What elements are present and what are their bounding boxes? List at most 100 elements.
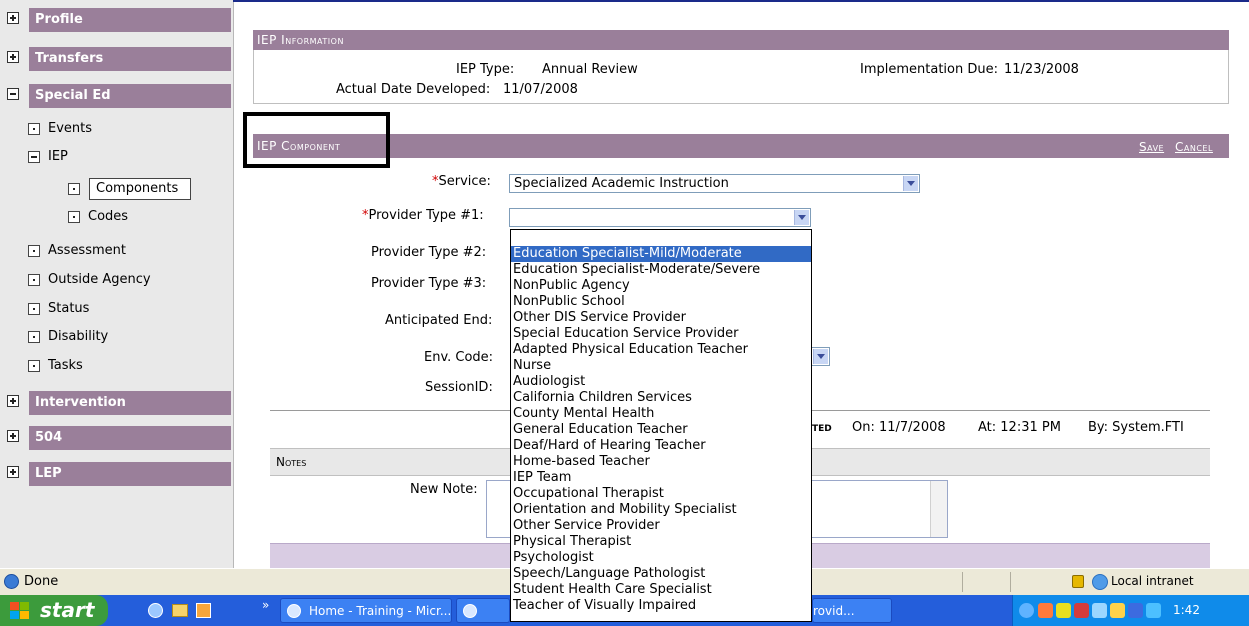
- sidebar-section-special-ed[interactable]: Special Ed: [7, 84, 231, 108]
- taskbar-item-label: rovid...: [813, 604, 855, 618]
- dropdown-arrow-icon[interactable]: [794, 210, 809, 225]
- dropdown-option[interactable]: IEP Team: [511, 470, 811, 486]
- folder-quicklaunch-icon[interactable]: [172, 604, 188, 617]
- dropdown-option[interactable]: NonPublic Agency: [511, 278, 811, 294]
- expand-plus-icon[interactable]: [7, 51, 19, 63]
- dropdown-option[interactable]: Home-based Teacher: [511, 454, 811, 470]
- dropdown-option[interactable]: Other DIS Service Provider: [511, 310, 811, 326]
- sidebar-item-label[interactable]: Events: [48, 118, 92, 140]
- tray-monitor-icon[interactable]: [1146, 603, 1161, 618]
- dropdown-option[interactable]: Deaf/Hard of Hearing Teacher: [511, 438, 811, 454]
- dropdown-arrow-icon[interactable]: [813, 349, 828, 364]
- window-top-border: [233, 0, 1249, 2]
- dropdown-arrow-icon[interactable]: [903, 176, 918, 191]
- expand-plus-icon[interactable]: [7, 466, 19, 478]
- dropdown-option[interactable]: Speech/Language Pathologist: [511, 566, 811, 582]
- dropdown-option[interactable]: Teacher of Visually Impaired: [511, 598, 811, 614]
- iep-type-label: IEP Type:: [456, 62, 515, 77]
- sidebar-section-label[interactable]: Special Ed: [29, 84, 231, 108]
- dropdown-option[interactable]: General Education Teacher: [511, 422, 811, 438]
- sidebar-item-label[interactable]: Outside Agency: [48, 269, 151, 291]
- service-select-value: Specialized Academic Instruction: [514, 176, 729, 191]
- sidebar-item-label[interactable]: IEP: [48, 146, 68, 168]
- quicklaunch-chevron[interactable]: »: [262, 598, 269, 612]
- security-zone-text: Local intranet: [1111, 574, 1194, 588]
- sidebar-item-label[interactable]: Tasks: [48, 355, 83, 377]
- sidebar-section-label[interactable]: Intervention: [29, 391, 231, 415]
- taskbar-item-home-training[interactable]: Home - Training - Micr...: [280, 598, 452, 623]
- sidebar-section-intervention[interactable]: Intervention: [7, 391, 231, 415]
- collapse-minus-icon[interactable]: [7, 88, 19, 100]
- status-text: Done: [24, 574, 59, 589]
- sidebar-section-profile[interactable]: Profile: [7, 8, 231, 32]
- textarea-scrollbar[interactable]: [930, 481, 947, 537]
- sidebar-section-label[interactable]: LEP: [29, 462, 231, 486]
- dropdown-option[interactable]: California Children Services: [511, 390, 811, 406]
- provider1-select[interactable]: [509, 208, 811, 227]
- bullet-icon: [28, 123, 40, 135]
- sidebar-item-label[interactable]: Components: [96, 178, 178, 200]
- dropdown-option[interactable]: Audiologist: [511, 374, 811, 390]
- dropdown-option[interactable]: Special Education Service Provider: [511, 326, 811, 342]
- session-id-label: SessionID:: [425, 380, 493, 395]
- sidebar-section-504[interactable]: 504: [7, 426, 231, 450]
- save-link[interactable]: Save: [1139, 140, 1164, 154]
- tray-network-disconnected-icon[interactable]: [1092, 603, 1107, 618]
- iep-type-value: Annual Review: [542, 62, 638, 77]
- dropdown-option[interactable]: County Mental Health: [511, 406, 811, 422]
- collapse-minus-icon[interactable]: [28, 151, 40, 163]
- sidebar-section-transfers[interactable]: Transfers: [7, 47, 231, 71]
- service-select[interactable]: Specialized Academic Instruction: [509, 174, 920, 193]
- status-divider: [962, 572, 963, 592]
- sidebar-section-label[interactable]: Transfers: [29, 47, 231, 71]
- cancel-link[interactable]: Cancel: [1175, 140, 1213, 154]
- dropdown-option[interactable]: NonPublic School: [511, 294, 811, 310]
- sidebar-item-label[interactable]: Codes: [88, 206, 128, 228]
- clock-quicklaunch-icon[interactable]: [196, 603, 211, 618]
- start-label[interactable]: start: [40, 598, 94, 622]
- dropdown-option[interactable]: Psychologist: [511, 550, 811, 566]
- tray-device-icon[interactable]: [1128, 603, 1143, 618]
- expand-plus-icon[interactable]: [7, 430, 19, 442]
- tray-network-icon[interactable]: [1056, 603, 1071, 618]
- dropdown-option-highlighted[interactable]: Education Specialist-Mild/Moderate: [511, 246, 811, 262]
- dropdown-option[interactable]: Education Specialist-Moderate/Severe: [511, 262, 811, 278]
- created-by-value: By: System.FTI: [1088, 420, 1184, 435]
- windows-flag-icon: [10, 602, 29, 619]
- bullet-icon: [28, 245, 40, 257]
- system-tray: 1:42: [1012, 595, 1249, 626]
- iep-information-panel: IEP Type: Annual Review Implementation D…: [253, 50, 1229, 104]
- expand-plus-icon[interactable]: [7, 12, 19, 24]
- sidebar-section-label[interactable]: 504: [29, 426, 231, 450]
- dropdown-option[interactable]: Orientation and Mobility Specialist: [511, 502, 811, 518]
- bullet-icon: [68, 183, 80, 195]
- start-button[interactable]: start: [0, 595, 108, 626]
- sidebar-item-label[interactable]: Assessment: [48, 240, 126, 262]
- bullet-icon: [28, 274, 40, 286]
- provider1-label-text: Provider Type #1:: [368, 208, 484, 223]
- tray-shield-icon[interactable]: [1074, 603, 1089, 618]
- provider-type-dropdown-list[interactable]: Education Specialist-Mild/Moderate Educa…: [510, 229, 812, 622]
- tray-app-icon[interactable]: [1038, 603, 1053, 618]
- ie-quicklaunch-icon[interactable]: [148, 603, 163, 618]
- env-code-label: Env. Code:: [424, 350, 494, 365]
- anticipated-end-label: Anticipated End:: [385, 313, 493, 328]
- tray-messenger-icon[interactable]: [1110, 603, 1125, 618]
- dropdown-option[interactable]: Other Service Provider: [511, 518, 811, 534]
- dropdown-option[interactable]: [511, 230, 811, 246]
- sidebar-item-label[interactable]: Disability: [48, 326, 108, 348]
- dropdown-option[interactable]: Adapted Physical Education Teacher: [511, 342, 811, 358]
- sidebar-item-label[interactable]: Status: [48, 298, 89, 320]
- sidebar-section-lep[interactable]: LEP: [7, 462, 231, 486]
- sidebar-section-label[interactable]: Profile: [29, 8, 231, 32]
- dropdown-option[interactable]: Student Health Care Specialist: [511, 582, 811, 598]
- dropdown-option[interactable]: Nurse: [511, 358, 811, 374]
- expand-plus-icon[interactable]: [7, 395, 19, 407]
- iep-component-header: IEP Component: [253, 134, 1229, 158]
- dropdown-option[interactable]: Occupational Therapist: [511, 486, 811, 502]
- taskbar-item-second-window[interactable]: [456, 598, 510, 623]
- tray-back-arrow-icon[interactable]: [1019, 603, 1034, 618]
- notes-header: Notes: [276, 455, 307, 469]
- dropdown-option[interactable]: Physical Therapist: [511, 534, 811, 550]
- taskbar-item-third-window[interactable]: rovid...: [812, 598, 892, 623]
